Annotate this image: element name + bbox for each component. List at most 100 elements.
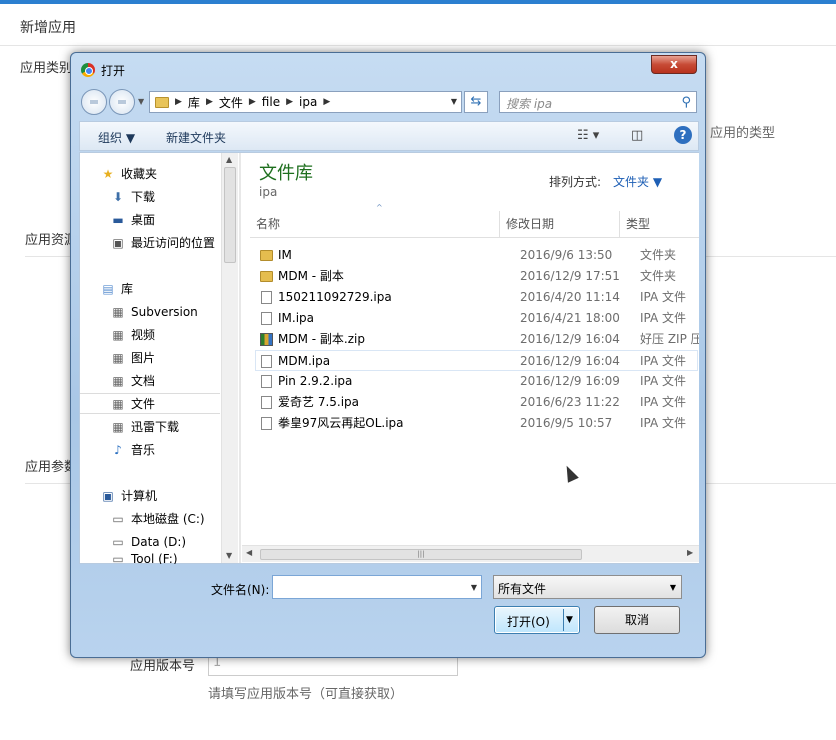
file-row[interactable]: Pin 2.9.2.ipa 2016/12/9 16:09 IPA 文件 (256, 371, 699, 392)
breadcrumb-item[interactable]: ipa (299, 95, 317, 109)
refresh-icon[interactable]: ⇆ (464, 91, 488, 113)
help-icon[interactable]: ? (674, 126, 692, 144)
folder-icon (260, 271, 273, 282)
page-title: 新增应用 (20, 20, 76, 36)
file-type: 文件夹 (640, 248, 677, 262)
star-icon: ★ (102, 166, 114, 181)
file-row[interactable]: IM 2016/9/6 13:50 文件夹 (256, 245, 699, 266)
view-options-icon[interactable]: ☷ ▾ (577, 128, 599, 143)
column-name[interactable]: 名称 (256, 211, 506, 237)
file-row[interactable]: 拳皇97风云再起OL.ipa 2016/9/5 10:57 IPA 文件 (256, 413, 699, 434)
file-icon (261, 291, 272, 304)
recent-locations-icon[interactable]: ▼ (138, 97, 144, 106)
music-icon: ♪ (114, 442, 122, 457)
zip-archive-icon (260, 333, 273, 346)
drive-icon: ▭ (112, 552, 124, 564)
recent-places-icon: ▣ (112, 235, 124, 250)
file-row[interactable]: MDM - 副本.zip 2016/12/9 16:04 好压 ZIP 压 (256, 329, 699, 350)
folder-icon (155, 96, 169, 108)
file-name: 爱奇艺 7.5.ipa (278, 395, 360, 409)
address-bar[interactable]: ▶ 库 ▶ 文件 ▶ file ▶ ipa ▶ ▼ (149, 91, 462, 113)
file-date: 2016/12/9 16:09 (520, 374, 620, 388)
file-date: 2016/9/6 13:50 (520, 248, 613, 262)
scroll-left-icon[interactable]: ◀ (246, 548, 252, 557)
horizontal-scrollbar[interactable]: ◀ ||| ▶ (242, 545, 699, 562)
file-name: IM.ipa (278, 311, 315, 325)
file-date: 2016/12/9 16:04 (520, 354, 620, 368)
breadcrumb-item[interactable]: 文件 (219, 94, 243, 111)
nav-libraries[interactable]: ▤ 库 (100, 278, 240, 299)
new-folder-button[interactable]: 新建文件夹 (166, 129, 226, 146)
column-separator[interactable] (619, 211, 620, 237)
file-date: 2016/12/9 16:04 (520, 332, 620, 346)
file-icon (261, 396, 272, 409)
library-subtitle: ipa (259, 185, 278, 199)
column-separator[interactable] (499, 211, 500, 237)
breadcrumb-item[interactable]: 库 (188, 94, 200, 111)
hint-app-type: 应用的类型 (710, 126, 776, 141)
version-hint: 请填写应用版本号（可直接获取） (208, 687, 404, 702)
nav-favorites[interactable]: ★ 收藏夹 (100, 163, 240, 184)
search-input[interactable]: 搜索 ipa ⚲ (499, 91, 697, 113)
file-date: 2016/9/5 10:57 (520, 416, 613, 430)
open-options-icon[interactable]: ▼ (566, 615, 573, 625)
navigation-pane: ★ 收藏夹 ⬇ 下载 ▬ 桌面 ▣ 最近访问的位置 ▤ 库 ▦ Subversion ▦ 视频… (80, 153, 240, 564)
column-type[interactable]: 类型 (626, 211, 696, 237)
folder-icon (260, 250, 273, 261)
column-modified[interactable]: 修改日期 (506, 211, 626, 237)
chevron-down-icon[interactable]: ▼ (471, 583, 477, 592)
open-file-dialog: 打开 x ▼ ▶ 库 ▶ 文件 ▶ file ▶ ipa ▶ ▼ ⇆ 搜索 ipa ⚲ … (70, 52, 706, 658)
sort-up-icon: ^ (376, 203, 383, 212)
chrome-icon (81, 63, 95, 77)
file-name: IM (278, 248, 292, 262)
back-button[interactable] (81, 89, 107, 115)
library-folder-icon: ▦ (112, 304, 124, 319)
file-row[interactable]: MDM.ipa 2016/12/9 16:04 IPA 文件 (255, 350, 698, 371)
nav-files[interactable]: ▦ 文件 (80, 393, 220, 414)
nav-scrollbar[interactable]: ▲ ▼ (221, 153, 238, 563)
scroll-up-icon[interactable]: ▲ (226, 155, 232, 164)
file-list-pane: 文件库 ipa 排列方式: 文件夹 ▼ 名称 ^ 修改日期 类型 IM 2016/… (242, 153, 699, 563)
scroll-down-icon[interactable]: ▼ (226, 551, 232, 560)
file-name: MDM - 副本 (278, 269, 344, 283)
dialog-title: 打开 (101, 63, 126, 78)
forward-button[interactable] (109, 89, 135, 115)
download-icon: ⬇ (112, 189, 124, 204)
search-icon[interactable]: ⚲ (681, 95, 691, 110)
breadcrumb-item[interactable]: file (262, 95, 280, 109)
filetype-select[interactable]: 所有文件 ▼ (493, 575, 682, 599)
file-type: 好压 ZIP 压 (640, 332, 699, 346)
chevron-down-icon[interactable]: ▼ (670, 583, 676, 592)
preview-pane-icon[interactable]: ◫ (631, 128, 643, 143)
file-name: MDM.ipa (278, 354, 331, 368)
document-icon: ▦ (112, 373, 124, 388)
open-button[interactable]: 打开(O) ▼ (494, 606, 580, 634)
scroll-thumb[interactable]: ||| (260, 549, 582, 560)
close-button[interactable]: x (651, 55, 697, 74)
chevron-down-icon[interactable]: ▼ (451, 97, 457, 106)
label-app-type: 应用类别 (20, 61, 73, 76)
file-type: IPA 文件 (640, 354, 687, 368)
arrange-dropdown[interactable]: 文件夹 ▼ (613, 173, 662, 190)
scroll-thumb[interactable] (224, 167, 236, 263)
library-folder-icon: ▦ (112, 419, 124, 434)
file-row[interactable]: 150211092729.ipa 2016/4/20 11:14 IPA 文件 (256, 287, 699, 308)
file-date: 2016/12/9 17:51 (520, 269, 620, 283)
desktop-icon: ▬ (112, 212, 124, 227)
picture-icon: ▦ (112, 350, 124, 365)
organize-button[interactable]: 组织 ▼ (98, 129, 135, 146)
filename-input[interactable]: ▼ (272, 575, 482, 599)
scroll-right-icon[interactable]: ▶ (687, 548, 693, 557)
pane-splitter[interactable] (239, 153, 241, 563)
file-row[interactable]: 爱奇艺 7.5.ipa 2016/6/23 11:22 IPA 文件 (256, 392, 699, 413)
cancel-button[interactable]: 取消 (594, 606, 680, 634)
file-row[interactable]: IM.ipa 2016/4/21 18:00 IPA 文件 (256, 308, 699, 329)
library-icon: ▤ (102, 281, 114, 296)
file-name: 150211092729.ipa (278, 290, 392, 304)
nav-computer[interactable]: ▣ 计算机 (100, 485, 240, 506)
file-row[interactable]: MDM - 副本 2016/12/9 17:51 文件夹 (256, 266, 699, 287)
file-date: 2016/6/23 11:22 (520, 395, 620, 409)
file-name: 拳皇97风云再起OL.ipa (278, 416, 404, 430)
arrange-label: 排列方式: (549, 175, 602, 189)
drive-icon: ▭ (112, 511, 124, 526)
